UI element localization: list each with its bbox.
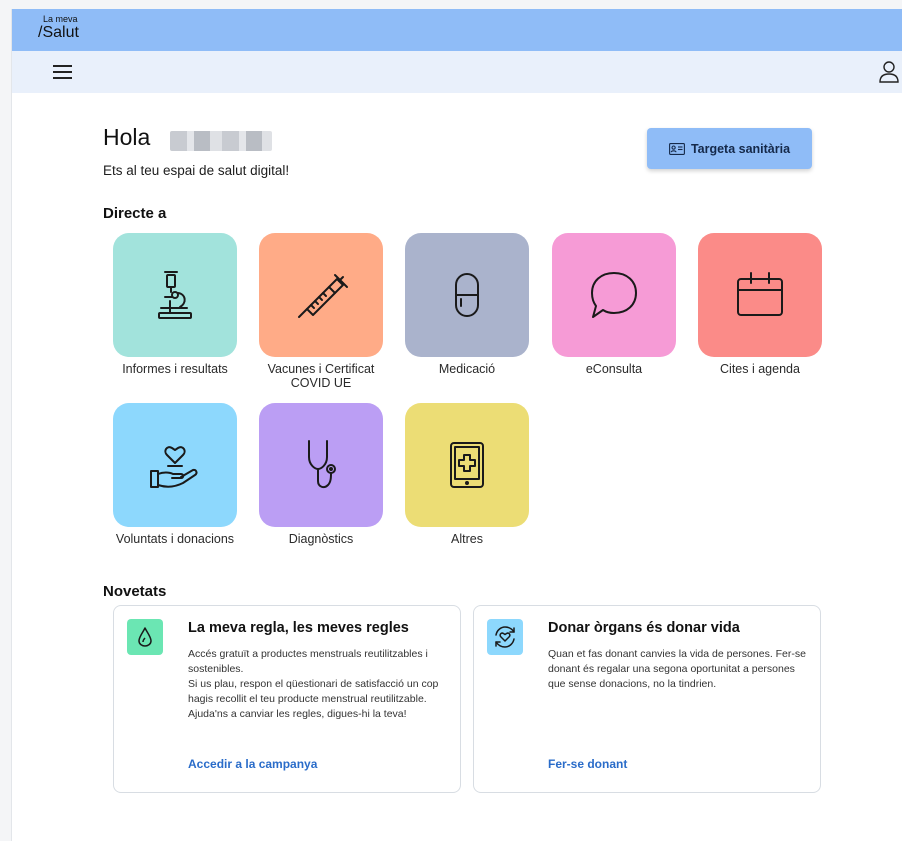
tile-box [113,403,237,527]
heart-cycle-icon [487,619,523,655]
greeting-title: Hola [103,124,151,150]
become-donor-link[interactable]: Fer-se donant [548,757,627,771]
tile-vacunes-covid[interactable]: Vacunes i Certificat COVID UE [258,233,384,391]
top-header-bar: La meva /Salut [12,9,902,51]
user-profile-icon[interactable] [877,59,901,85]
chat-bubble-icon [591,272,637,318]
tile-informes-resultats[interactable]: Informes i resultats [112,233,238,377]
tile-label: Vacunes i Certificat COVID UE [267,362,375,390]
health-card-button[interactable]: Targeta sanitària [647,128,812,169]
news-section-title: Novetats [103,583,167,600]
heart-hand-icon [150,446,198,488]
tile-box [698,233,822,357]
tile-diagnostics[interactable]: Diagnòstics [258,403,384,547]
tile-label: Altres [451,532,483,546]
microscope-icon [158,271,192,319]
greeting-subtitle: Ets al teu espai de salut digital! [103,163,290,178]
pill-icon [455,273,479,317]
tile-box [113,233,237,357]
tile-label: Medicació [438,362,496,376]
tile-voluntats-donacions[interactable]: Voluntats i donacions [112,403,238,547]
tile-label: Cites i agenda [720,362,800,376]
news-card-organ-donation: Donar òrgans és donar vida Quan et fas d… [473,605,821,793]
shortcuts-section-title: Directe a [103,205,167,222]
app-logo[interactable]: La meva /Salut [38,15,79,41]
news-card-title: La meva regla, les meves regles [188,620,409,636]
tile-label: Diagnòstics [288,532,354,546]
news-card-line: Accés gratuït a productes menstruals reu… [188,648,428,675]
tile-box [259,403,383,527]
news-card-title: Donar òrgans és donar vida [548,620,740,636]
tile-label: Informes i resultats [122,362,228,376]
logo-top-text: La meva [43,14,78,24]
tile-box [405,403,529,527]
calendar-icon [737,272,783,316]
tile-box [259,233,383,357]
tablet-plus-icon [450,442,484,488]
drop-icon [127,619,163,655]
tile-cites-agenda[interactable]: Cites i agenda [697,233,823,377]
news-card-text: Accés gratuït a productes menstruals reu… [188,647,453,722]
tile-box [552,233,676,357]
tile-box [405,233,529,357]
news-card-text: Quan et fas donant canvies la vida de pe… [548,647,813,692]
news-card-line: Quan et fas donant canvies la vida de pe… [548,648,806,690]
campaign-link[interactable]: Accedir a la campanya [188,757,317,771]
syringe-icon [298,274,348,318]
blurred-user-name [170,131,272,151]
news-card-line: Si us plau, respon el qüestionari de sat… [188,677,439,705]
id-card-icon [668,142,685,155]
hamburger-menu-icon[interactable] [51,61,75,83]
tile-altres[interactable]: Altres [404,403,530,547]
tile-label: eConsulta [585,362,643,376]
news-card-menstrual: La meva regla, les meves regles Accés gr… [113,605,461,793]
tile-label: Voluntats i donacions [115,532,235,546]
stethoscope-icon [308,440,336,489]
health-card-button-label: Targeta sanitària [690,141,791,156]
news-card-line: Ajuda'ns a canviar les regles, digues-hi… [188,707,407,720]
tile-econsulta[interactable]: eConsulta [551,233,677,377]
logo-bottom-text: /Salut [38,24,79,41]
tile-medicacio[interactable]: Medicació [404,233,530,377]
navigation-bar [12,51,902,93]
